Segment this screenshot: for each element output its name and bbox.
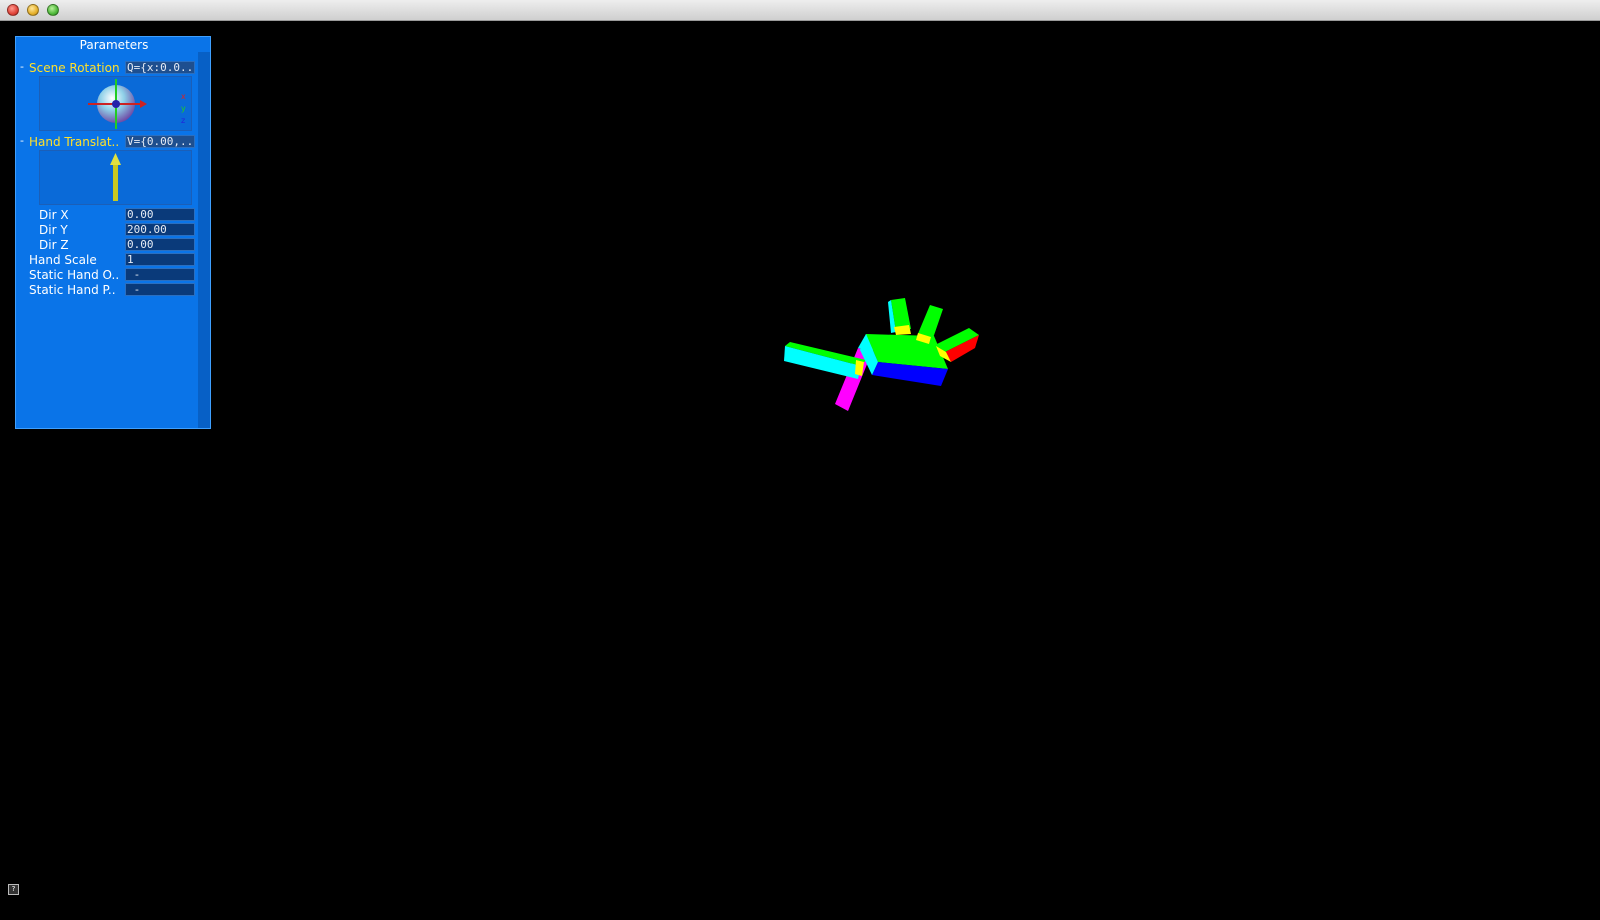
dir-x-label: Dir X bbox=[39, 208, 69, 222]
dir-x-input[interactable]: 0.00 bbox=[125, 208, 195, 221]
hand-translation-collapse-icon[interactable]: - bbox=[20, 135, 28, 147]
dir-z-row[interactable]: Dir Z 0.00 bbox=[16, 238, 212, 252]
static-hand-o-label: Static Hand O.. bbox=[29, 268, 120, 282]
rotation-widget[interactable]: x y z bbox=[39, 76, 192, 131]
scene-rotation-row[interactable]: - Scene Rotation Q={x:0.0.. bbox=[16, 61, 212, 75]
dir-z-label: Dir Z bbox=[39, 238, 69, 252]
hand-scale-row[interactable]: Hand Scale 1 bbox=[16, 253, 212, 267]
dir-y-input[interactable]: 200.00 bbox=[125, 223, 195, 236]
scene-rotation-label: Scene Rotation bbox=[29, 61, 120, 75]
close-button[interactable] bbox=[7, 4, 19, 16]
maximize-button[interactable] bbox=[47, 4, 59, 16]
rotation-sphere-icon[interactable] bbox=[40, 77, 191, 130]
3d-viewport[interactable] bbox=[0, 21, 1600, 920]
axis-y-label: y bbox=[181, 104, 186, 113]
dir-y-row[interactable]: Dir Y 200.00 bbox=[16, 223, 212, 237]
static-hand-p-label: Static Hand P.. bbox=[29, 283, 116, 297]
dir-x-row[interactable]: Dir X 0.00 bbox=[16, 208, 212, 222]
hand-translation-row[interactable]: - Hand Translat.. V={0.00,.. bbox=[16, 135, 212, 149]
axis-z-label: z bbox=[181, 116, 186, 125]
hand-translation-value[interactable]: V={0.00,.. bbox=[125, 135, 195, 148]
hand-translation-label: Hand Translat.. bbox=[29, 135, 120, 149]
axis-x-label: x bbox=[181, 92, 186, 101]
parameters-panel[interactable]: Parameters - Scene Rotation Q={x:0.0.. x… bbox=[15, 36, 211, 429]
direction-widget[interactable] bbox=[39, 150, 192, 205]
static-hand-p-select[interactable]: - bbox=[125, 283, 195, 296]
window-titlebar bbox=[0, 0, 1600, 21]
dir-y-label: Dir Y bbox=[39, 223, 68, 237]
panel-title: Parameters bbox=[79, 38, 149, 52]
hand-scale-input[interactable]: 1 bbox=[125, 253, 195, 266]
help-icon[interactable]: ? bbox=[8, 884, 19, 895]
hand-scale-label: Hand Scale bbox=[29, 253, 97, 267]
direction-arrow-icon[interactable] bbox=[40, 151, 191, 204]
static-hand-o-row[interactable]: Static Hand O.. - bbox=[16, 268, 212, 282]
minimize-button[interactable] bbox=[27, 4, 39, 16]
hand-model bbox=[784, 298, 979, 411]
dir-z-input[interactable]: 0.00 bbox=[125, 238, 195, 251]
static-hand-o-select[interactable]: - bbox=[125, 268, 195, 281]
static-hand-p-row[interactable]: Static Hand P.. - bbox=[16, 283, 212, 297]
scene-rotation-collapse-icon[interactable]: - bbox=[20, 61, 28, 73]
scene-rotation-value[interactable]: Q={x:0.0.. bbox=[125, 61, 195, 74]
